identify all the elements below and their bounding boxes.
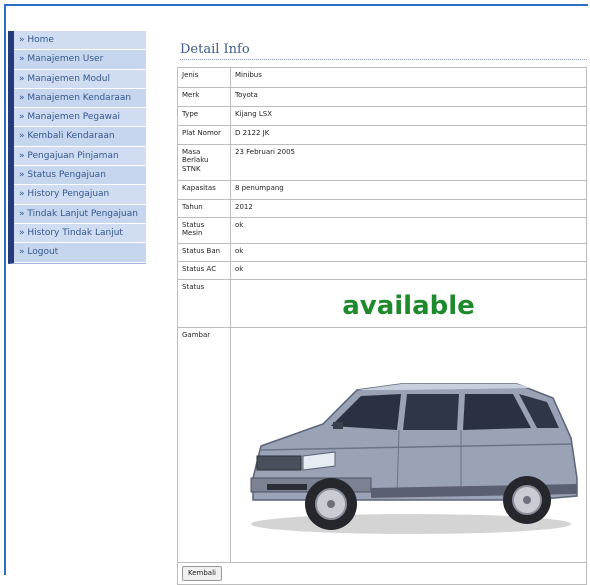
row-value: Minibus bbox=[230, 67, 587, 88]
sidebar-item-tindak-lanjut-pengajuan[interactable]: » Tindak Lanjut Pengajuan bbox=[14, 204, 146, 224]
row-label: Kapasitas bbox=[177, 180, 231, 200]
page-title: Detail Info bbox=[180, 42, 587, 60]
table-row: Status Mesin ok bbox=[177, 217, 587, 244]
sidebar-item-logout[interactable]: » Logout bbox=[14, 243, 146, 263]
row-value: Kijang LSX bbox=[230, 106, 587, 126]
sidebar-item-manajemen-pegawai[interactable]: » Manajemen Pegawai bbox=[14, 108, 146, 128]
status-row: Status available bbox=[177, 279, 587, 328]
row-value: ok bbox=[230, 261, 587, 280]
row-label: Status AC bbox=[177, 261, 231, 280]
row-label: Tahun bbox=[177, 199, 231, 218]
row-value: D 2122 JK bbox=[230, 125, 587, 145]
row-value: 8 penumpang bbox=[230, 180, 587, 200]
back-button[interactable]: Kembali bbox=[182, 566, 222, 581]
table-row: Tahun 2012 bbox=[177, 199, 587, 218]
row-value: 2012 bbox=[230, 199, 587, 218]
table-row: Status Ban ok bbox=[177, 243, 587, 262]
table-row: Kapasitas 8 penumpang bbox=[177, 180, 587, 200]
row-value: ok bbox=[230, 243, 587, 262]
table-row: Type Kijang LSX bbox=[177, 106, 587, 126]
status-label: Status bbox=[177, 279, 231, 328]
sidebar-item-manajemen-modul[interactable]: » Manajemen Modul bbox=[14, 69, 146, 89]
status-value: available bbox=[342, 291, 475, 321]
sidebar-item-history-pengajuan[interactable]: » History Pengajuan bbox=[14, 185, 146, 205]
table-row: Merk Toyota bbox=[177, 87, 587, 107]
image-cell bbox=[230, 326, 587, 564]
sidebar-item-manajemen-user[interactable]: » Manajemen User bbox=[14, 50, 146, 70]
sidebar-item-manajemen-kendaraan[interactable]: » Manajemen Kendaraan bbox=[14, 88, 146, 109]
table-row: Status AC ok bbox=[177, 261, 587, 280]
row-label: Status Mesin bbox=[177, 217, 231, 244]
sidebar-item-pengajuan-pinjaman[interactable]: » Pengajuan Pinjaman bbox=[14, 146, 146, 167]
row-label: Jenis bbox=[177, 67, 231, 88]
row-label: Merk bbox=[177, 87, 231, 107]
row-label: Type bbox=[177, 106, 231, 126]
sidebar-item-status-pengajuan[interactable]: » Status Pengajuan bbox=[14, 166, 146, 186]
row-label: Masa Berlaku STNK bbox=[177, 144, 231, 181]
row-value: 23 Februari 2005 bbox=[230, 144, 587, 181]
table-row: Jenis Minibus bbox=[177, 67, 587, 88]
table-row: Masa Berlaku STNK 23 Februari 2005 bbox=[177, 144, 587, 181]
status-cell: available bbox=[230, 279, 587, 328]
car-image bbox=[250, 383, 578, 534]
sidebar-item-home[interactable]: » Home bbox=[14, 31, 146, 51]
sidebar-nav: » Home » Manajemen User » Manajemen Modu… bbox=[8, 31, 146, 264]
sidebar-item-history-tindak-lanjut[interactable]: » History Tindak Lanjut bbox=[14, 223, 146, 244]
row-label: Status Ban bbox=[177, 243, 231, 262]
action-row: Kembali bbox=[177, 562, 587, 585]
sidebar-item-kembali-kendaraan[interactable]: » Kembali Kendaraan bbox=[14, 127, 146, 147]
row-value: ok bbox=[230, 217, 587, 244]
image-row: Gambar bbox=[177, 326, 587, 564]
detail-table: Jenis Minibus Merk Toyota Type Kijang LS… bbox=[177, 67, 587, 585]
image-label: Gambar bbox=[177, 326, 231, 564]
row-value: Toyota bbox=[230, 87, 587, 107]
action-cell: Kembali bbox=[177, 562, 587, 585]
table-row: Plat Nomor D 2122 JK bbox=[177, 125, 587, 145]
row-label: Plat Nomor bbox=[177, 125, 231, 145]
